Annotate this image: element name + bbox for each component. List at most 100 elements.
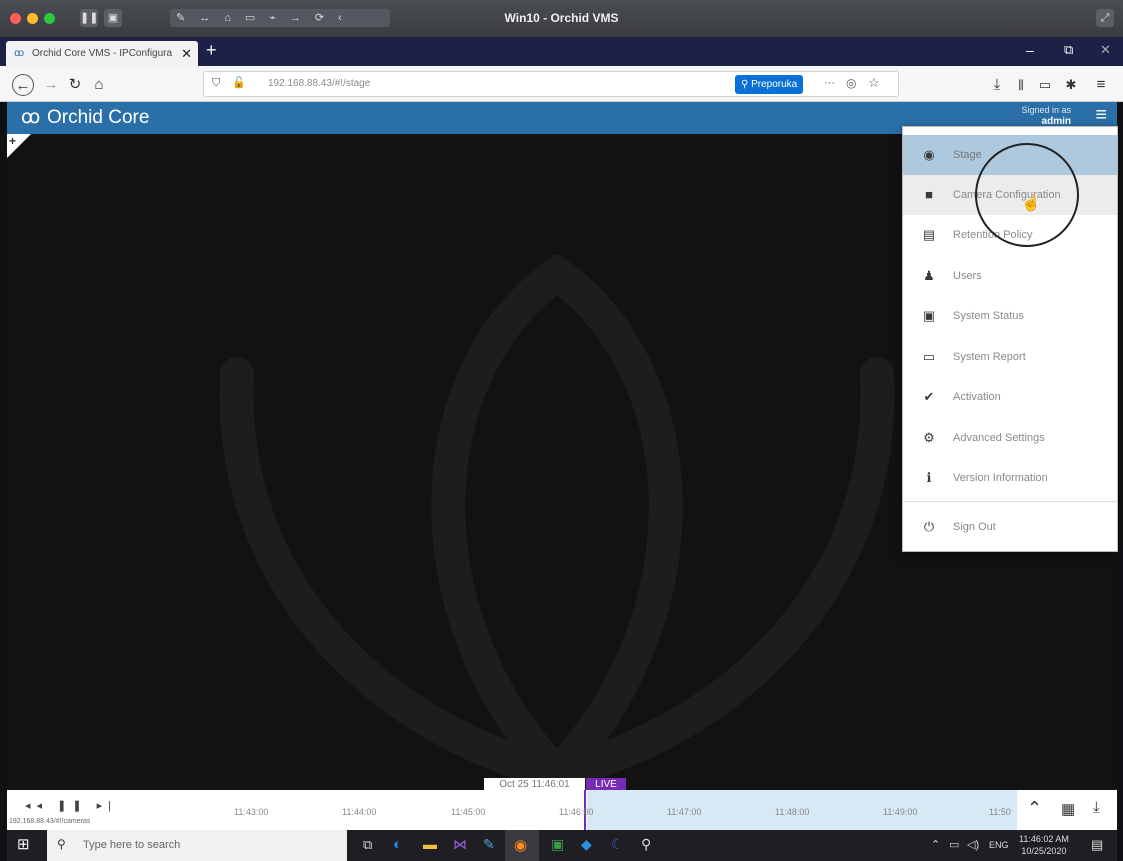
tick-label: 11:48:00: [775, 807, 810, 817]
sidebar-icon[interactable]: ▭: [1034, 74, 1056, 96]
hamburger-menu-icon[interactable]: ≡: [1095, 104, 1107, 127]
preporuka-button[interactable]: ⚲ Preporuka: [735, 75, 804, 94]
nav-bar: ← → ↻ ⌂ ⛉ 🔓 192.168.88.43/#!/stage ⚲ Pre…: [0, 66, 1123, 102]
url-text[interactable]: 192.168.88.43/#!/stage: [268, 78, 370, 89]
tick-label: 11:49:00: [883, 807, 918, 817]
menu-item-label: Sign Out: [953, 521, 996, 533]
plug-icon: ✔: [923, 389, 935, 404]
download-clip-icon[interactable]: ⤓: [1093, 799, 1100, 816]
menu-item-system-report[interactable]: ▭ System Report: [903, 337, 1117, 377]
calendar-icon[interactable]: ▦: [1061, 800, 1075, 818]
hand-pointer-icon: ☝: [1021, 195, 1041, 212]
menu-item-label: Advanced Settings: [953, 432, 1045, 444]
tab-title: Orchid Core VMS - IPConfigura: [32, 48, 173, 59]
plus-icon[interactable]: +: [9, 134, 16, 148]
bookmark-star-icon[interactable]: ☆: [868, 75, 880, 91]
shield-icon[interactable]: ⛉: [212, 77, 220, 90]
tick-label: 11:50: [989, 807, 1011, 817]
app-menu-icon[interactable]: ≡: [1090, 74, 1112, 96]
menu-item-label: Stage: [953, 149, 982, 161]
menu-item-activation[interactable]: ✔ Activation: [903, 377, 1117, 417]
clock-time: 11:46:02 AM: [1019, 834, 1069, 844]
mac-title-bar: ❚❚ ▣ ✎↔⌂▭⌁→⟳‹ Win10 - Orchid VMS ⤢: [0, 0, 1123, 38]
minimize-icon[interactable]: –: [1026, 42, 1034, 58]
menu-item-sign-out[interactable]: ⏻ Sign Out: [903, 507, 1117, 547]
edge-icon[interactable]: ◐: [393, 836, 402, 853]
menu-divider: [903, 501, 1117, 502]
eye-icon: ◉: [923, 147, 935, 162]
language-indicator[interactable]: ENG: [989, 840, 1009, 850]
new-tab-button[interactable]: +: [206, 40, 217, 61]
power-icon: ⏻: [923, 519, 935, 534]
home-icon[interactable]: ⌂: [88, 74, 110, 96]
tick-label: 11:43:00: [234, 807, 269, 817]
database-icon: ▤: [922, 227, 936, 242]
app-icon[interactable]: ✎: [483, 836, 495, 853]
menu-item-label: Users: [953, 270, 982, 282]
app-icon[interactable]: ◆: [581, 836, 592, 853]
taskbar-search[interactable]: ⚲ Type here to search: [47, 830, 347, 861]
menu-item-label: System Status: [953, 310, 1024, 322]
menu-item-version-information[interactable]: ℹ Version Information: [903, 458, 1117, 498]
tray-chevron-icon[interactable]: ⌃: [931, 838, 940, 851]
volume-icon[interactable]: ◁): [967, 838, 979, 851]
tick-label: 11:47:00: [667, 807, 702, 817]
library-icon[interactable]: ⫼: [1010, 74, 1032, 96]
info-icon: ℹ: [926, 470, 932, 485]
browser-tab[interactable]: ꝏ Orchid Core VMS - IPConfigura ✕: [6, 41, 198, 66]
reload-icon[interactable]: ↻: [64, 74, 86, 96]
playback-controls[interactable]: ◂◂ ❚❚ ▸|: [25, 799, 117, 812]
orchid-favicon-icon: ꝏ: [14, 48, 25, 59]
back-icon[interactable]: ←: [12, 74, 34, 96]
tick-label: 11:44:00: [342, 807, 377, 817]
search-placeholder[interactable]: Type here to search: [83, 839, 180, 851]
main-menu: ◉ Stage ■ Camera Configuration ▤ Retenti…: [902, 126, 1118, 552]
orchid-watermark: [219, 254, 895, 790]
window-title: Win10 - Orchid VMS: [504, 11, 619, 25]
medkit-icon: ▣: [922, 308, 936, 323]
search-icon: ⚲: [57, 837, 66, 851]
tab-strip: ꝏ Orchid Core VMS - IPConfigura ✕ + – ⧉ …: [0, 38, 1123, 66]
restore-icon[interactable]: ⧉: [1064, 42, 1073, 58]
extension-icon[interactable]: ✱: [1060, 74, 1082, 96]
windows-start-icon[interactable]: ⊞: [17, 835, 30, 853]
brand-title: Orchid Core: [47, 107, 150, 128]
task-view-icon[interactable]: ⧉: [363, 837, 372, 853]
menu-item-label: Version Information: [953, 472, 1048, 484]
signed-in-label: Signed in as: [1021, 105, 1071, 115]
insecure-lock-icon[interactable]: 🔓: [232, 76, 246, 89]
status-url: 192.168.88.43/#!/cameras: [9, 818, 91, 825]
pocket-icon[interactable]: ◎: [846, 76, 856, 90]
forward-icon[interactable]: →: [40, 74, 62, 96]
fullscreen-icon[interactable]: ⤢: [1096, 9, 1114, 27]
orchid-logo-icon: ꝏ: [21, 107, 41, 128]
app-icon[interactable]: ▣: [551, 836, 564, 853]
app-icon[interactable]: ⚲: [641, 836, 651, 853]
menu-item-users[interactable]: ♟ Users: [903, 256, 1117, 296]
url-bar[interactable]: ⛉ 🔓 192.168.88.43/#!/stage ⚲ Preporuka ·…: [203, 71, 899, 97]
user-icon: ♟: [923, 268, 935, 283]
visual-studio-icon[interactable]: ⋈: [453, 836, 467, 853]
download-icon[interactable]: ⤓: [986, 74, 1008, 96]
file-explorer-icon[interactable]: ▬: [423, 836, 437, 852]
notifications-icon[interactable]: ▤: [1091, 837, 1103, 853]
clock[interactable]: 11:46:02 AM 10/25/2020: [1019, 833, 1069, 857]
network-icon[interactable]: ▭: [949, 838, 959, 851]
app-icon[interactable]: ☾: [611, 836, 624, 853]
chevron-up-icon[interactable]: ⌃: [1027, 798, 1042, 819]
signed-in-info: Signed in as admin: [1021, 105, 1071, 127]
firefox-active-slot[interactable]: ◉: [505, 830, 539, 861]
cogs-icon: ⚙: [923, 430, 935, 445]
preporuka-label: Preporuka: [751, 79, 798, 90]
menu-item-label: System Report: [953, 351, 1026, 363]
close-browser-icon[interactable]: ✕: [1100, 42, 1111, 58]
menu-item-system-status[interactable]: ▣ System Status: [903, 296, 1117, 336]
report-icon: ▭: [922, 349, 936, 364]
menu-item-advanced-settings[interactable]: ⚙ Advanced Settings: [903, 418, 1117, 458]
menu-item-label: Activation: [953, 391, 1001, 403]
timeline-bar[interactable]: ◂◂ ❚❚ ▸| 192.168.88.43/#!/cameras 11:43:…: [7, 790, 1117, 830]
close-tab-icon[interactable]: ✕: [181, 41, 192, 66]
windows-taskbar: ⊞ ⚲ Type here to search ⧉ ◐ ▬ ⋈ ✎ ◉ ▣ ◆ …: [7, 830, 1117, 861]
more-actions-icon[interactable]: ···: [824, 77, 835, 89]
clock-date: 10/25/2020: [1021, 846, 1067, 856]
